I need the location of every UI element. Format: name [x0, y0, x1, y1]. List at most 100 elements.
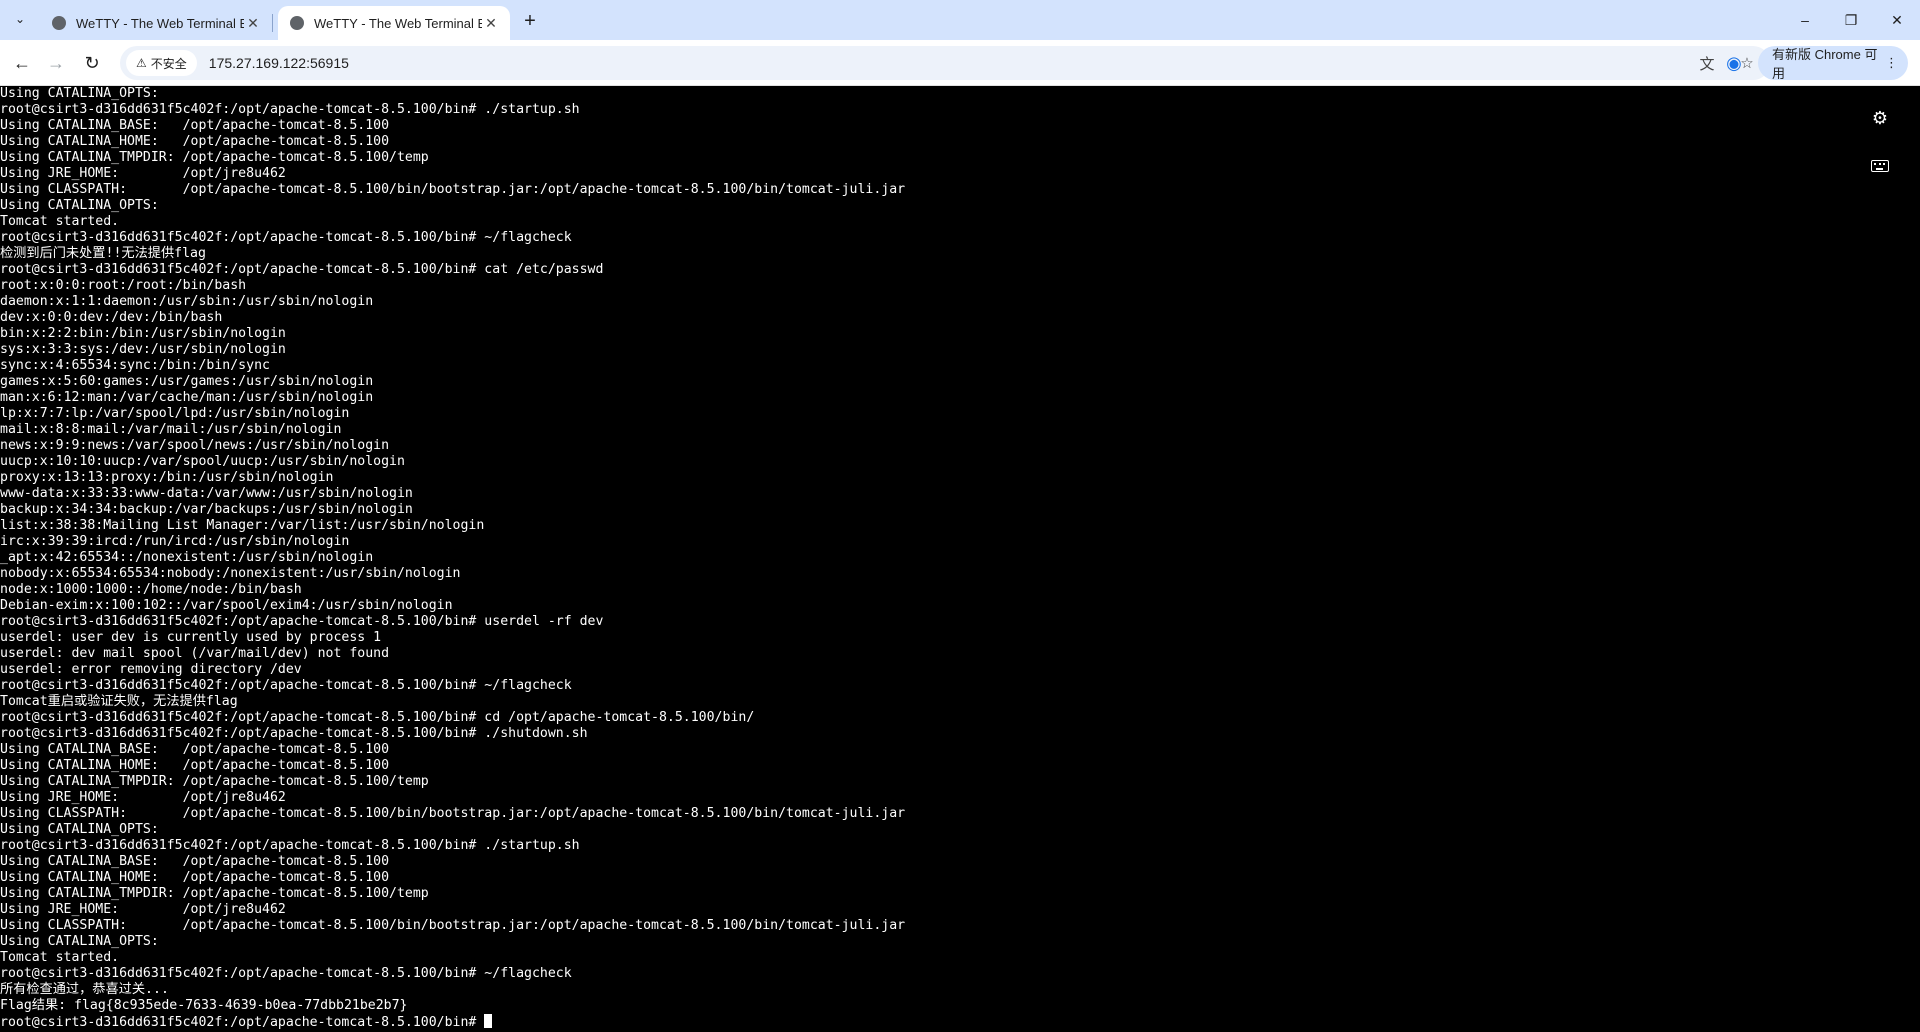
terminal-line: Tomcat started.: [0, 214, 120, 229]
terminal-viewport[interactable]: Using CATALINA_OPTS: root@csirt3-d316dd63…: [0, 86, 1920, 1032]
terminal-line: news:x:9:9:news:/var/spool/news:/usr/sbi…: [0, 438, 390, 453]
close-icon[interactable]: ✕: [244, 14, 262, 32]
terminal-line: Using CATALINA_OPTS:: [0, 822, 159, 837]
terminal-line: daemon:x:1:1:daemon:/usr/sbin:/usr/sbin/…: [0, 294, 374, 309]
close-icon: ✕: [1891, 11, 1903, 28]
terminal-line: list:x:38:38:Mailing List Manager:/var/l…: [0, 518, 485, 533]
terminal-line: Using CLASSPATH: /opt/apache-tomcat-8.5.…: [0, 806, 906, 821]
terminal-line: www-data:x:33:33:www-data:/var/www:/usr/…: [0, 486, 413, 501]
terminal-line: man:x:6:12:man:/var/cache/man:/usr/sbin/…: [0, 390, 374, 405]
update-chrome-button[interactable]: 有新版 Chrome 可用 ⋮: [1758, 46, 1908, 81]
terminal-line: lp:x:7:7:lp:/var/spool/lpd:/usr/sbin/nol…: [0, 406, 350, 421]
tab-inactive[interactable]: WeTTY - The Web Terminal E ✕: [40, 6, 272, 40]
terminal-line: proxy:x:13:13:proxy:/bin:/usr/sbin/nolog…: [0, 470, 334, 485]
terminal-line: userdel: user dev is currently used by p…: [0, 630, 382, 645]
address-bar[interactable]: ⚠ 不安全 175.27.169.122:56915 文 ☆: [120, 46, 1770, 80]
arrow-left-icon: ←: [13, 52, 31, 73]
gears-icon[interactable]: ⚙: [1866, 106, 1894, 130]
terminal-line: Using CATALINA_BASE: /opt/apache-tomcat-…: [0, 742, 390, 757]
chevron-down-icon: ⌄: [14, 12, 26, 26]
more-vert-icon[interactable]: ⋮: [1885, 55, 1898, 71]
terminal-line: nobody:x:65534:65534:nobody:/nonexistent…: [0, 566, 461, 581]
terminal-line: Using CATALINA_HOME: /opt/apache-tomcat-…: [0, 758, 390, 773]
tab-separator: [272, 14, 273, 32]
forward-button[interactable]: →: [42, 49, 70, 77]
terminal-line: root@csirt3-d316dd631f5c402f:/opt/apache…: [0, 678, 572, 693]
terminal-line: userdel: error removing directory /dev: [0, 662, 302, 677]
translate-icon[interactable]: 文: [1694, 50, 1720, 76]
terminal-line: Using CATALINA_OPTS:: [0, 86, 159, 101]
terminal-line: Flag结果: flag{8c935ede-7633-4639-b0ea-77d…: [0, 998, 408, 1013]
reload-icon: ↻: [84, 52, 100, 73]
back-button[interactable]: ←: [8, 49, 36, 77]
terminal-line: Using JRE_HOME: /opt/jre8u462: [0, 166, 286, 181]
terminal-line: Tomcat重启或验证失败，无法提供flag: [0, 694, 238, 709]
terminal-line: Using CATALINA_BASE: /opt/apache-tomcat-…: [0, 118, 390, 133]
terminal-line: Tomcat started.: [0, 950, 120, 965]
terminal-line: Using CATALINA_TMPDIR: /opt/apache-tomca…: [0, 150, 429, 165]
terminal-line: Using CATALINA_TMPDIR: /opt/apache-tomca…: [0, 886, 429, 901]
warning-icon: ⚠: [136, 56, 147, 70]
reload-button[interactable]: ↻: [78, 49, 106, 77]
arrow-right-icon: →: [47, 52, 65, 73]
terminal-line: _apt:x:42:65534::/nonexistent:/usr/sbin/…: [0, 550, 374, 565]
terminal-line: backup:x:34:34:backup:/var/backups:/usr/…: [0, 502, 413, 517]
terminal-line: sys:x:3:3:sys:/dev:/usr/sbin/nologin: [0, 342, 286, 357]
terminal-line: uucp:x:10:10:uucp:/var/spool/uucp:/usr/s…: [0, 454, 405, 469]
terminal-line: dev:x:0:0:dev:/dev:/bin/bash: [0, 310, 223, 325]
security-label: 不安全: [150, 56, 187, 71]
terminal-line: Using CATALINA_TMPDIR: /opt/apache-tomca…: [0, 774, 429, 789]
terminal-line: Using CATALINA_OPTS:: [0, 198, 159, 213]
terminal-line: 检测到后门未处置!!无法提供flag: [0, 246, 206, 261]
tab-strip: ⌄ WeTTY - The Web Terminal E ✕ WeTTY - T…: [0, 0, 1920, 40]
terminal-line: irc:x:39:39:ircd:/run/ircd:/usr/sbin/nol…: [0, 534, 350, 549]
terminal-prompt: root@csirt3-d316dd631f5c402f:/opt/apache…: [0, 1015, 485, 1030]
terminal-cursor[interactable]: [484, 1014, 493, 1028]
terminal-line: Using CATALINA_HOME: /opt/apache-tomcat-…: [0, 870, 390, 885]
minimize-icon: –: [1801, 12, 1809, 28]
security-chip[interactable]: ⚠ 不安全: [126, 50, 197, 76]
terminal-line: bin:x:2:2:bin:/bin:/usr/sbin/nologin: [0, 326, 286, 341]
restore-icon: ❐: [1844, 11, 1858, 28]
terminal-line: root:x:0:0:root:/root:/bin/bash: [0, 278, 247, 293]
update-label: 有新版 Chrome 可用: [1772, 47, 1878, 81]
terminal-line: root@csirt3-d316dd631f5c402f:/opt/apache…: [0, 838, 580, 853]
terminal-prompt-line: root@csirt3-d316dd631f5c402f:/opt/apache…: [0, 1014, 1840, 1030]
keyboard-icon[interactable]: [1866, 154, 1894, 178]
terminal-line: 所有检查通过，恭喜过关...: [0, 982, 169, 997]
globe-icon: [290, 16, 304, 30]
terminal-line: root@csirt3-d316dd631f5c402f:/opt/apache…: [0, 230, 572, 245]
terminal-line: root@csirt3-d316dd631f5c402f:/opt/apache…: [0, 614, 604, 629]
terminal-line: games:x:5:60:games:/usr/games:/usr/sbin/…: [0, 374, 374, 389]
terminal-line: mail:x:8:8:mail:/var/mail:/usr/sbin/nolo…: [0, 422, 342, 437]
close-icon[interactable]: ✕: [482, 14, 500, 32]
terminal-line: Using CLASSPATH: /opt/apache-tomcat-8.5.…: [0, 918, 906, 933]
terminal-line: sync:x:4:65534:sync:/bin:/bin/sync: [0, 358, 270, 373]
terminal-line: root@csirt3-d316dd631f5c402f:/opt/apache…: [0, 710, 755, 725]
minimize-button[interactable]: –: [1782, 0, 1828, 40]
terminal-line: Debian-exim:x:100:102::/var/spool/exim4:…: [0, 598, 453, 613]
tab-title: WeTTY - The Web Terminal E: [76, 15, 244, 31]
tab-title: WeTTY - The Web Terminal E: [314, 15, 482, 31]
terminal-line: Using JRE_HOME: /opt/jre8u462: [0, 902, 286, 917]
terminal-line: root@csirt3-d316dd631f5c402f:/opt/apache…: [0, 726, 588, 741]
url-text[interactable]: 175.27.169.122:56915: [209, 55, 349, 71]
terminal-output: Using CATALINA_OPTS: root@csirt3-d316dd63…: [0, 86, 1840, 1030]
terminal-line: root@csirt3-d316dd631f5c402f:/opt/apache…: [0, 102, 580, 117]
terminal-line: Using CATALINA_BASE: /opt/apache-tomcat-…: [0, 854, 390, 869]
terminal-line: root@csirt3-d316dd631f5c402f:/opt/apache…: [0, 262, 604, 277]
plus-icon: +: [524, 9, 536, 32]
tab-active[interactable]: WeTTY - The Web Terminal E ✕: [278, 6, 510, 40]
terminal-line: userdel: dev mail spool (/var/mail/dev) …: [0, 646, 390, 661]
terminal-line: Using CATALINA_HOME: /opt/apache-tomcat-…: [0, 134, 390, 149]
close-window-button[interactable]: ✕: [1874, 0, 1920, 40]
terminal-line: root@csirt3-d316dd631f5c402f:/opt/apache…: [0, 966, 572, 981]
tab-search-button[interactable]: ⌄: [8, 7, 32, 31]
terminal-line: Using CLASSPATH: /opt/apache-tomcat-8.5.…: [0, 182, 906, 197]
terminal-line: Using CATALINA_OPTS:: [0, 934, 159, 949]
maximize-button[interactable]: ❐: [1828, 0, 1874, 40]
new-tab-button[interactable]: +: [518, 9, 542, 33]
browser-toolbar: ← → ↻ ⚠ 不安全 175.27.169.122:56915 文 ☆ ◉ 有…: [0, 40, 1920, 86]
terminal-line: Using JRE_HOME: /opt/jre8u462: [0, 790, 286, 805]
profile-icon[interactable]: ◉: [1720, 49, 1748, 77]
